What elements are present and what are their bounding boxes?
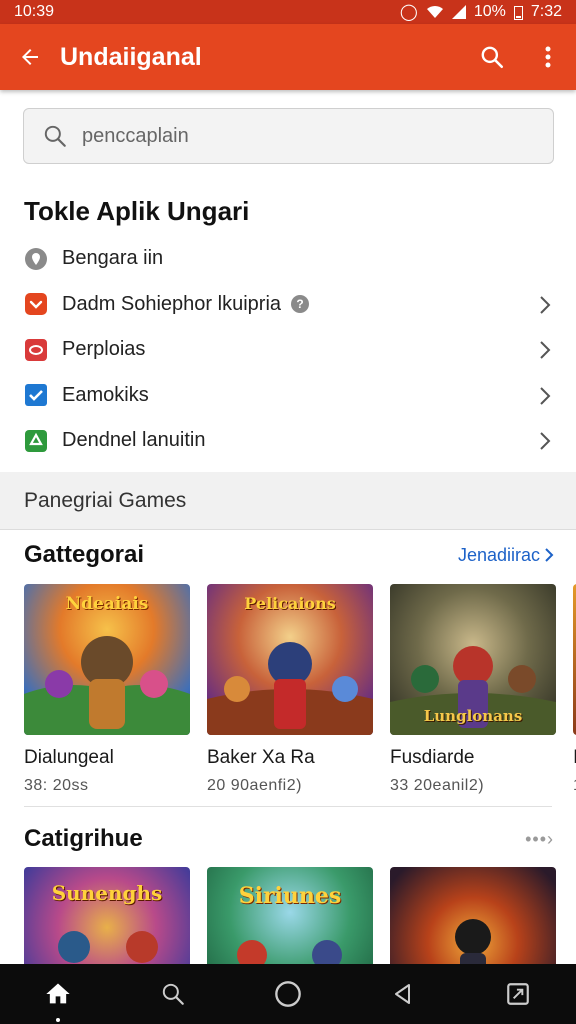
game-thumbnail: Pelicaions xyxy=(207,584,373,735)
game-title: Dialungeal xyxy=(24,747,114,768)
settings-section-title: Tokle Aplik Ungari xyxy=(24,196,250,226)
see-more-link[interactable]: •••› xyxy=(525,829,554,850)
circle-home-icon xyxy=(275,981,301,1007)
game-title: Fusdiarde xyxy=(390,747,475,768)
settings-item-bengara[interactable]: Bengara iin xyxy=(0,236,576,282)
category-row-title: Catigrihue xyxy=(24,825,143,852)
game-art-title: Pelicaions xyxy=(244,594,336,613)
game-title: Baker Xa Ra xyxy=(207,747,315,768)
game-art-title: Siriunes xyxy=(238,883,342,909)
message-icon xyxy=(24,338,48,362)
game-card[interactable]: Ndeaiais Dialungeal 38: 20ss xyxy=(24,584,190,795)
status-bar: 10:39 ◯ 10% 7:32 xyxy=(0,0,576,24)
home-icon xyxy=(45,983,70,1004)
game-art-title: Lunglonans xyxy=(423,707,523,725)
settings-item-label: Bengara iin xyxy=(62,247,164,270)
bottom-nav-bar xyxy=(0,964,576,1024)
see-more-link[interactable]: Jenadiirac xyxy=(458,545,554,566)
category-row-header: Catigrihue •••› xyxy=(24,825,554,853)
chevron-right-icon xyxy=(540,432,551,450)
see-more-label: Jenadiirac xyxy=(457,544,540,565)
wifi-icon xyxy=(426,5,443,18)
settings-item-eamokiks[interactable]: Eamokiks xyxy=(0,373,576,419)
game-meta: 33 20eanil2) xyxy=(390,777,485,794)
arrow-back-icon xyxy=(22,49,38,65)
settings-item-label: Dadm Sohiephor lkuipria xyxy=(62,292,282,315)
active-indicator xyxy=(55,1018,60,1022)
status-icons: ◯ 10% 7:32 xyxy=(400,2,562,22)
overflow-menu-button[interactable] xyxy=(520,24,576,90)
chevron-right-icon xyxy=(540,341,551,359)
settings-item-label: Dendnel lanuitin xyxy=(62,429,206,452)
nav-home[interactable] xyxy=(28,964,88,1024)
settings-item-label: Perploias xyxy=(62,338,146,361)
settings-item-label: Eamokiks xyxy=(62,383,149,406)
recents-icon xyxy=(507,983,530,1005)
shield-icon xyxy=(24,292,48,316)
search-button[interactable] xyxy=(464,24,520,90)
game-art-title: Ndeaiais xyxy=(65,594,149,614)
help-badge-icon[interactable]: ? xyxy=(291,295,310,314)
nav-recents[interactable] xyxy=(488,964,548,1024)
battery-percent: 10% xyxy=(473,3,506,20)
chevron-right-icon xyxy=(540,295,551,314)
game-thumbnail: Lunglonans xyxy=(390,584,556,735)
search-icon xyxy=(44,125,66,147)
settings-item-dendnel[interactable]: Dendnel lanuitin xyxy=(0,418,576,464)
section-divider xyxy=(24,806,552,807)
search-input[interactable] xyxy=(82,124,502,148)
game-card[interactable]: Pelicaions Baker Xa Ra 20 90aenfi2) xyxy=(207,584,373,795)
game-meta: 20 90aenfi2) xyxy=(207,777,302,794)
game-meta: 38: 20ss xyxy=(24,777,89,794)
signal-icon xyxy=(451,5,466,19)
app-bar: Undaiiganal xyxy=(0,24,576,90)
category-row-header: Gattegorai Jenadiirac xyxy=(24,541,554,569)
status-time: 10:39 xyxy=(14,3,55,20)
chevron-right-icon xyxy=(540,386,551,405)
recycle-icon xyxy=(24,429,48,453)
search-icon xyxy=(162,983,184,1005)
status-clock: 7:32 xyxy=(530,3,562,20)
search-bar[interactable] xyxy=(23,108,554,164)
triangle-back-icon xyxy=(395,984,411,1004)
game-thumbnail: Ndeaiais xyxy=(24,584,190,735)
checkbox-icon xyxy=(24,383,48,407)
alarm-icon: ◯ xyxy=(399,4,418,21)
page-title: Undaiiganal xyxy=(60,42,202,71)
settings-item-perploias[interactable]: Perploias xyxy=(0,327,576,373)
game-card[interactable]: Lunglonans Fusdiarde 33 20eanil2) xyxy=(390,584,556,795)
games-section-band: Panegriai Games xyxy=(0,472,576,530)
game-card-row: Ndeaiais Dialungeal 38: 20ss Pelicaions … xyxy=(24,584,576,795)
settings-list: Bengara iin Dadm Sohiephor lkuipria ? Pe… xyxy=(0,236,576,464)
location-pin-icon xyxy=(24,247,48,271)
settings-item-dadm[interactable]: Dadm Sohiephor lkuipria ? xyxy=(0,282,576,328)
more-vert-icon xyxy=(545,46,551,68)
search-icon xyxy=(481,46,504,69)
category-row-title: Gattegorai xyxy=(24,541,145,568)
nav-back[interactable] xyxy=(373,964,433,1024)
battery-icon xyxy=(513,5,523,20)
nav-search[interactable] xyxy=(143,964,203,1024)
nav-home-circle[interactable] xyxy=(258,964,318,1024)
back-button[interactable] xyxy=(0,24,60,90)
chevron-right-icon xyxy=(545,548,554,562)
game-art-title: Sunenghs xyxy=(51,881,163,905)
